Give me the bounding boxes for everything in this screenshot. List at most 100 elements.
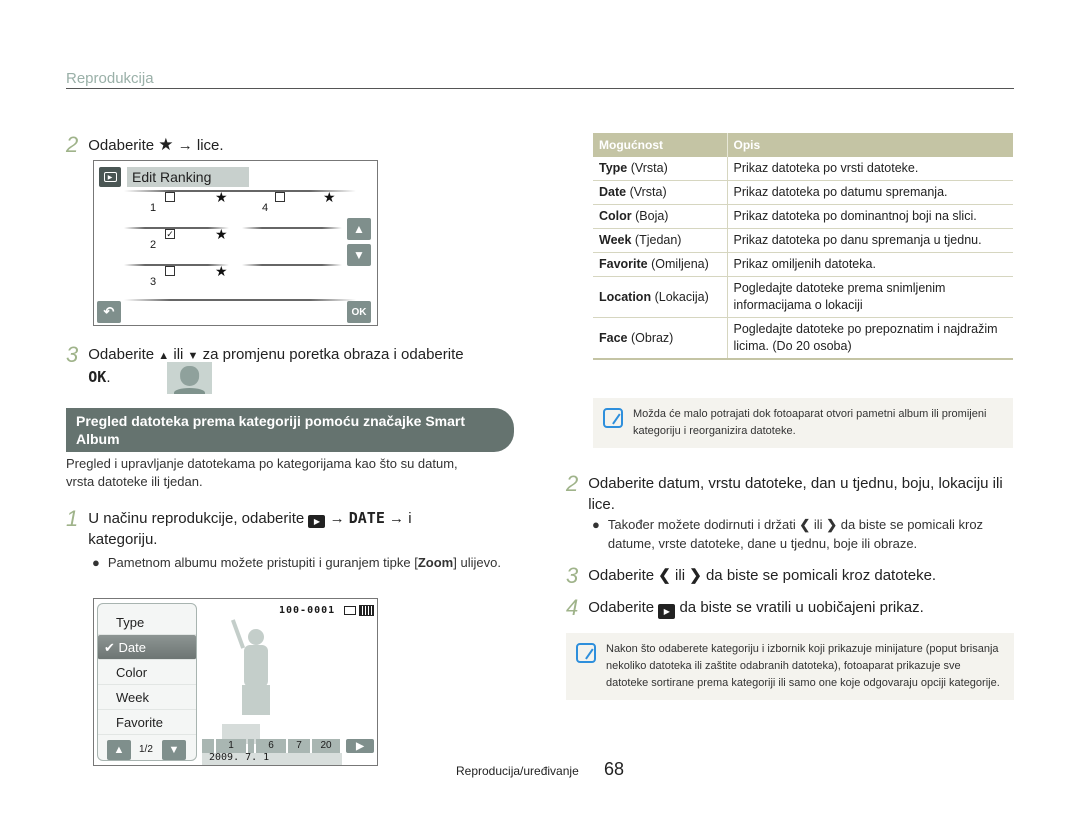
check-icon: ✔ [104,640,115,655]
menu-item-favorite[interactable]: Favorite [98,710,196,735]
move-down-button[interactable]: ▼ [347,244,371,266]
option-translation: (Obraz) [630,330,674,345]
step-text: → i [389,510,412,527]
move-up-button[interactable]: ▲ [347,218,371,240]
option-name: Favorite (Omiljena) [593,252,728,277]
chevron-left-icon: ❮ [658,567,671,584]
date-cell[interactable]: 7 [288,739,310,753]
zoom-key: Zoom [417,555,454,570]
option-name: Location (Lokacija) [593,276,728,318]
option-name: Face (Obraz) [593,317,728,360]
step-1-left: 1 U načinu reprodukcije, odaberite ▶ → D… [66,506,516,550]
menu-page-indicator: 1/2 [139,744,153,755]
ok-glyph: OK [88,368,107,386]
divider [242,264,342,266]
divider [124,264,229,266]
option-key: Color [599,209,632,223]
menu-item-week[interactable]: Week [98,685,196,710]
selected-date: 2009. 7. 1 [209,752,270,763]
step-text: Odaberite datum, vrstu datoteke, dan u t… [588,475,1003,513]
play-icon: ▶ [103,172,117,182]
edit-ranking-title: Edit Ranking [127,167,249,187]
chevron-up-icon: ▲ [353,222,365,236]
chevron-right-icon: ▶ [356,740,364,752]
bullet-text: Pametnom albumu možete pristupiti i gura… [107,555,418,570]
menu-item-date-selected[interactable]: ✔ Date [98,635,196,660]
back-button[interactable]: ↶ [97,301,121,323]
step-number: 2 [566,471,579,496]
face-checkbox[interactable] [275,192,285,202]
star-icon: ★ [323,189,336,205]
table-row: Favorite (Omiljena) Prikaz omiljenih dato… [593,252,1013,277]
bullet-zoom-tip: ● Pametnom albumu možete pristupiti i gu… [92,553,512,572]
step-number: 3 [66,342,79,367]
bullet-scroll-tip: ● Također možete dodirnuti i držati ❮ il… [592,515,1017,553]
step-2-right: 2 Odaberite datum, vrstu datoteke, dan u… [566,471,1006,515]
face-thumbnail[interactable] [167,293,212,325]
date-cell[interactable]: 1 [216,739,246,753]
chevron-left-icon: ❮ [799,517,811,532]
face-checkbox[interactable] [165,192,175,202]
next-button[interactable]: ▶ [346,739,374,753]
bullet-dot: ● [592,517,600,532]
step-text: Odaberite [588,599,655,616]
step-text: ili [675,567,686,584]
favorite-star-icon: ★ [158,135,174,154]
chevron-down-icon: ▼ [168,744,180,756]
column-header: Mogućnost [593,133,727,157]
column-header: Opis [726,133,1013,157]
menu-page-down-button[interactable]: ▼ [162,740,186,760]
step-text: da biste se pomicali kroz datoteke. [705,567,937,584]
step-text: Odaberite [88,137,155,154]
face-checkbox-checked[interactable]: ✓ [165,229,175,239]
menu-item-type[interactable]: Type [98,610,196,635]
chevron-right-icon: ❯ [689,567,702,584]
option-description: Prikaz datoteka po danu spremanja u tjed… [727,228,1013,253]
table-row: Face (Obraz) Pogledajte datoteke po prepo… [593,317,1013,360]
option-key: Week [599,233,632,247]
section-pill-heading: Pregled datoteka prema kategoriji pomoću… [66,408,514,452]
section-description: Pregled i upravljanje datotekama po kate… [66,456,458,489]
divider [124,227,229,229]
sample-photo-silhouette [230,619,274,729]
option-description: Prikaz datoteka po dominantnoj boji na s… [727,204,1013,229]
divider [124,190,356,192]
step-number: 1 [66,506,79,531]
smart-album-screen: 100-0001 Type ✔ Date Color Week Favorite… [93,598,378,766]
option-key: Date [599,185,627,199]
menu-item-color[interactable]: Color [98,660,196,685]
step-3-right: 3 Odaberite ❮ ili ❯ da biste se pomicali… [566,563,1006,589]
header-rule [66,88,1014,89]
step-text: . [106,369,111,386]
face-checkbox[interactable] [165,266,175,276]
bullet-text: ] ulijevo. [453,555,501,570]
playback-button[interactable]: ▶ [99,167,121,187]
option-name: Date (Vrsta) [593,180,728,205]
back-icon: ↶ [103,304,115,319]
note-box: Nakon što odaberete kategoriju i izborni… [566,633,1014,700]
option-name: Type (Vrsta) [593,157,728,181]
chevron-down-icon: ▼ [187,350,199,362]
table-row: Location (Lokacija) Pogledajte datoteke p… [593,276,1013,318]
menu-page-up-button[interactable]: ▲ [107,740,131,760]
option-translation: (Vrsta) [629,185,667,199]
option-name: Week (Tjedan) [593,228,728,253]
step-number: 3 [566,563,579,588]
playback-icon: ▶ [308,515,326,528]
table-row: Date (Vrsta) Prikaz datoteka po datumu sp… [593,180,1013,205]
option-description: Prikaz datoteka po datumu spremanja. [727,180,1013,205]
memory-card-icon [344,606,356,615]
ok-button[interactable]: OK [347,301,371,323]
options-table: Mogućnost Opis Type (Vrsta) Prikaz datote… [593,133,1013,360]
step-4-right: 4 Odaberite ▶ da biste se vratili u uobi… [566,595,1006,621]
step-2-left: 2 Odaberite ★ → lice. [66,132,224,158]
step-text: Odaberite [88,346,155,363]
date-cell[interactable]: 20 [312,739,340,753]
date-glyph: DATE [348,509,385,527]
date-cell[interactable]: 6 [256,739,286,753]
step-text: kategoriju. [88,531,158,548]
option-description: Pogledajte datoteke prema snimljenim inf… [727,276,1013,318]
section-header: Reprodukcija [66,70,154,87]
bullet-text: Također možete dodirnuti i držati [607,517,796,532]
footer-label: Reproducija/uređivanje [456,764,579,778]
